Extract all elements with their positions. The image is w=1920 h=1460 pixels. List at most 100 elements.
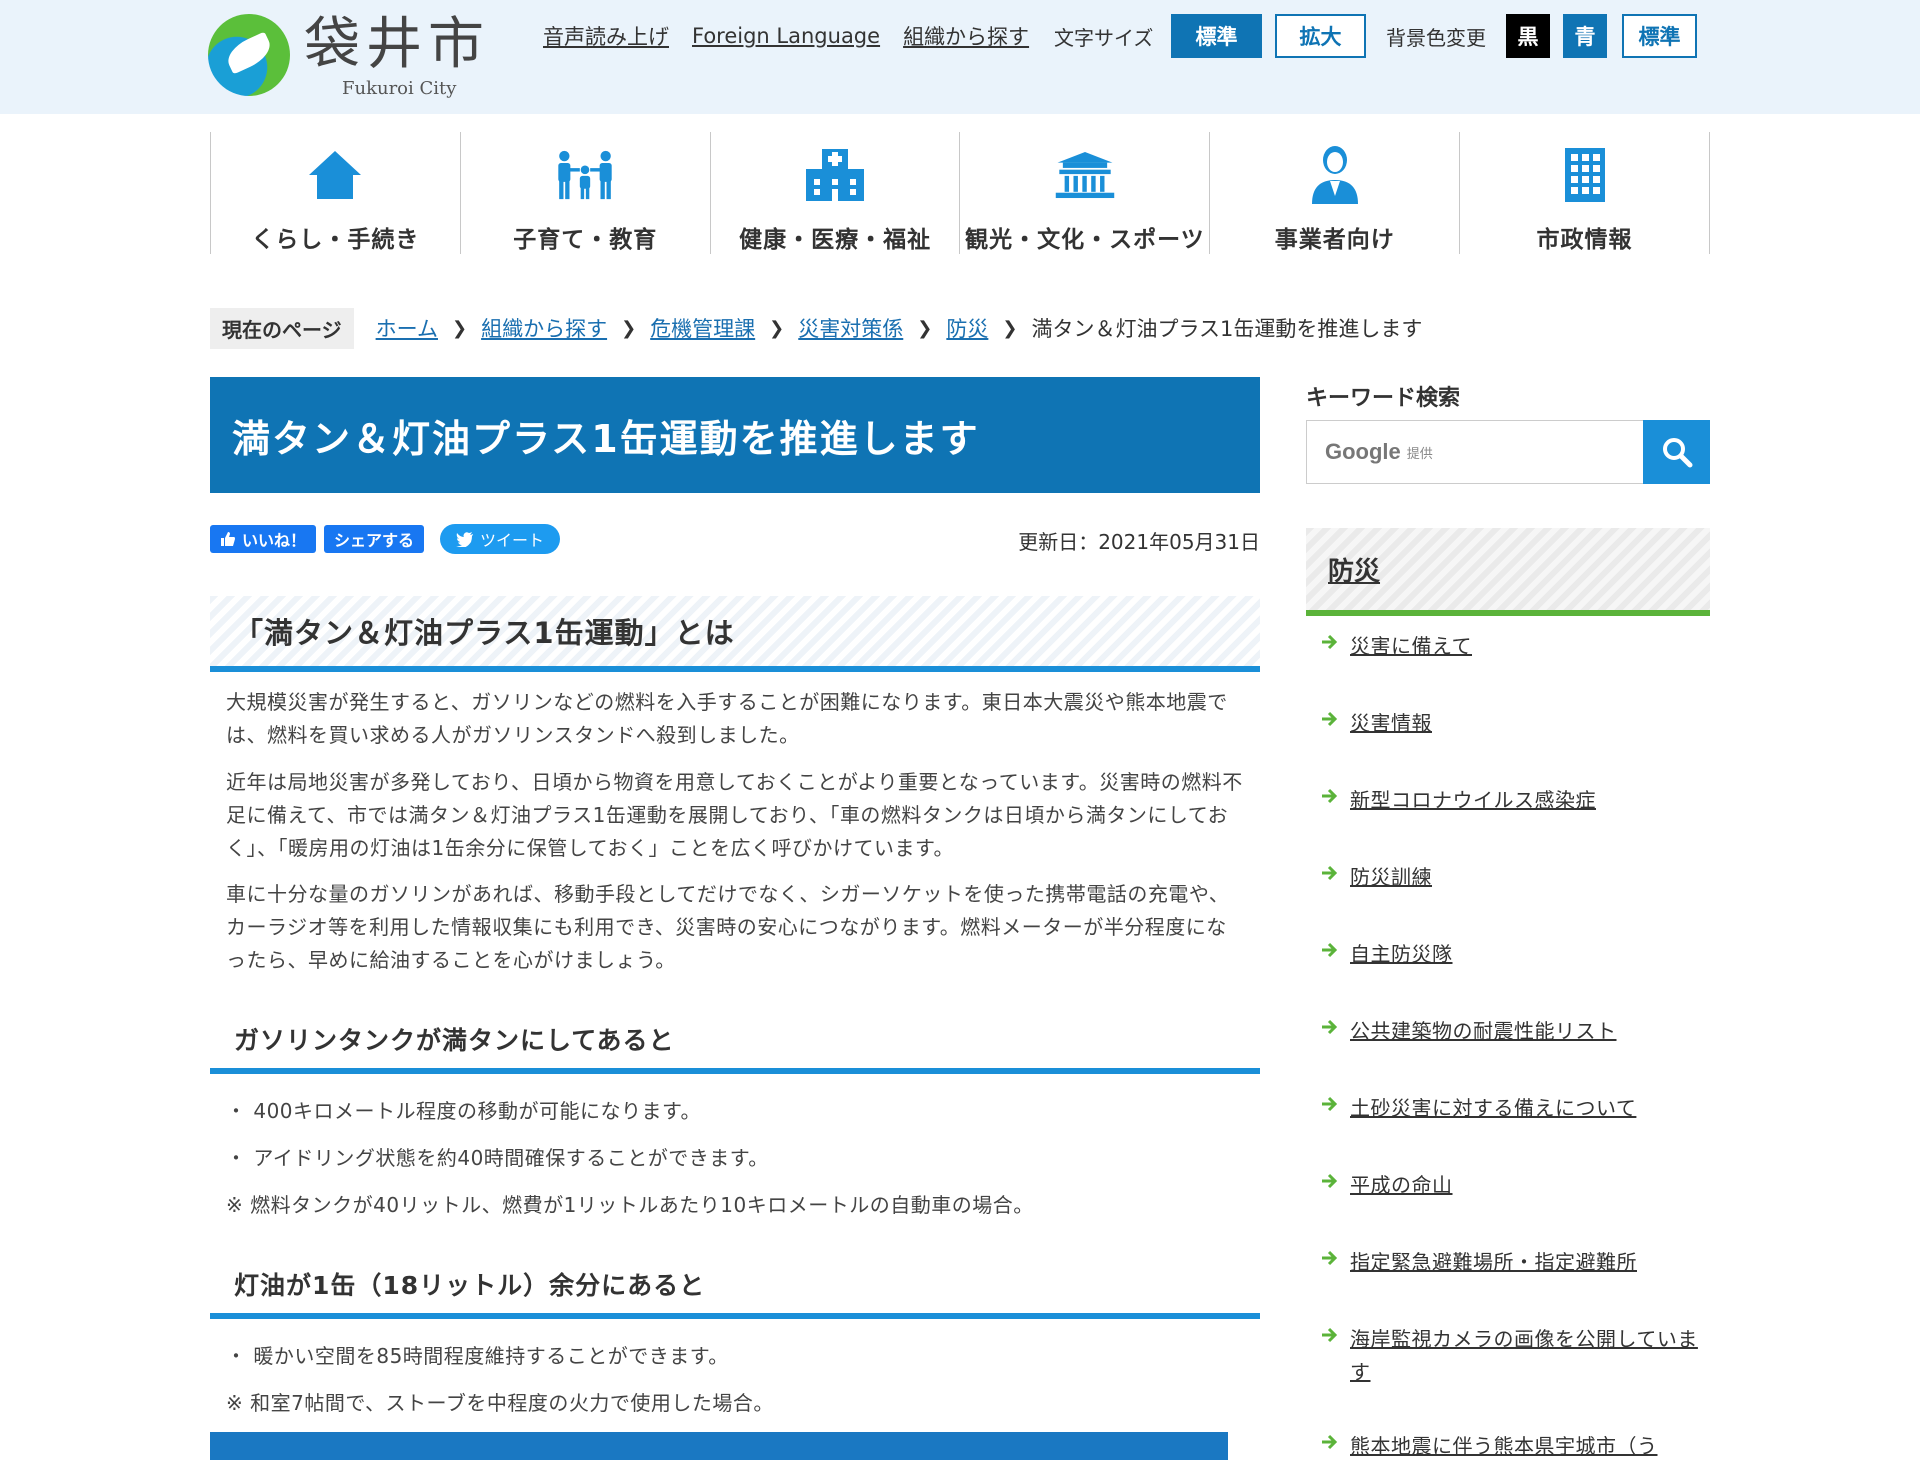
- arrow-right-icon: [1320, 1169, 1350, 1193]
- site-logo[interactable]: 袋井市 Fukuroi City: [208, 12, 498, 102]
- list-item: ・ アイドリング状態を約40時間確保することができます。: [226, 1146, 769, 1170]
- arrow-right-icon: [1320, 1323, 1350, 1347]
- breadcrumb-link-disaster-prevention[interactable]: 防災: [946, 313, 988, 343]
- keyword-search: Google 提供: [1306, 420, 1710, 484]
- chevron-right-icon: ❯: [451, 317, 468, 339]
- nav-item-business[interactable]: 事業者向け: [1210, 132, 1461, 254]
- paragraph: 車に十分な量のガソリンがあれば、移動手段としてだけでなく、シガーソケットを使った…: [226, 882, 1230, 972]
- breadcrumb-link-home[interactable]: ホーム: [376, 313, 438, 343]
- arrow-right-icon: [1320, 861, 1350, 885]
- list-item: ・ 400キロメートル程度の移動が可能になります。: [226, 1099, 702, 1123]
- sidebar-category-title[interactable]: 防災: [1328, 551, 1380, 588]
- updated-date: 更新日：2021年05月31日: [1018, 530, 1260, 554]
- nav-item-living[interactable]: くらし・手続き: [211, 132, 461, 254]
- paragraph: 大規模災害が発生すると、ガソリンなどの燃料を入手することが困難になります。東日本…: [226, 690, 1228, 747]
- search-button[interactable]: [1643, 420, 1710, 484]
- sidebar-link[interactable]: 防災訓練: [1350, 861, 1432, 894]
- sidebar-link[interactable]: 土砂災害に対する備えについて: [1350, 1092, 1636, 1125]
- bg-standard-button[interactable]: 標準: [1622, 14, 1697, 58]
- sidebar-category-header: 防災: [1306, 528, 1710, 616]
- family-icon: [554, 144, 616, 206]
- sidebar-link-item[interactable]: 災害に備えて: [1320, 630, 1708, 663]
- social-buttons: いいね！ シェアする ツイート: [210, 524, 561, 554]
- organization-search-link[interactable]: 組織から探す: [903, 21, 1029, 51]
- font-size-standard-button[interactable]: 標準: [1171, 14, 1262, 58]
- site-header: 袋井市 Fukuroi City 音声読み上げ Foreign Language…: [0, 0, 1920, 114]
- read-aloud-link[interactable]: 音声読み上げ: [543, 21, 669, 51]
- sidebar-link-item[interactable]: 災害情報: [1320, 707, 1708, 740]
- nav-item-health[interactable]: 健康・医療・福祉: [711, 132, 961, 254]
- like-label: いいね！: [242, 531, 307, 550]
- hospital-icon: [804, 144, 866, 206]
- bg-blue-button[interactable]: 青: [1563, 14, 1607, 58]
- breadcrumb-link-organization[interactable]: 組織から探す: [481, 313, 607, 343]
- google-brand: Google: [1325, 439, 1401, 464]
- sidebar-link-item[interactable]: 自主防災隊: [1320, 938, 1708, 971]
- sidebar-link[interactable]: 指定緊急避難場所・指定避難所: [1350, 1246, 1637, 1279]
- section-heading-text: ガソリンタンクが満タンにしてあると: [234, 1026, 675, 1055]
- nav-label: 健康・医療・福祉: [739, 227, 932, 253]
- logo-subtitle: Fukuroi City: [342, 78, 457, 99]
- breadcrumb-link-disaster-countermeasures[interactable]: 災害対策係: [798, 313, 903, 343]
- tweet-button[interactable]: ツイート: [440, 524, 561, 554]
- thumbs-up-icon: [221, 532, 235, 546]
- sidebar-link-item[interactable]: 土砂災害に対する備えについて: [1320, 1092, 1708, 1125]
- facebook-like-button[interactable]: いいね！: [210, 525, 317, 553]
- tweet-label: ツイート: [480, 531, 545, 550]
- page-title: 満タン＆灯油プラス1缶運動を推進します: [232, 416, 980, 461]
- chevron-right-icon: ❯: [621, 317, 637, 339]
- building-icon: [1554, 144, 1616, 206]
- sidebar-link[interactable]: 災害情報: [1350, 707, 1432, 740]
- sidebar-link[interactable]: 新型コロナウイルス感染症: [1350, 784, 1596, 817]
- font-size-large-button[interactable]: 拡大: [1275, 14, 1366, 58]
- arrow-right-icon: [1320, 784, 1350, 808]
- global-nav: くらし・手続き 子育て・教育 健康・医療・福祉 観光・文化・スポーツ 事業者向け…: [210, 132, 1710, 254]
- city-emblem-icon: [208, 14, 290, 96]
- foreign-language-link[interactable]: Foreign Language: [692, 24, 880, 48]
- facebook-share-button[interactable]: シェアする: [324, 525, 425, 553]
- temple-icon: [1054, 144, 1116, 206]
- breadcrumb-link-crisis-management[interactable]: 危機管理課: [650, 313, 755, 343]
- paragraph: 近年は局地災害が多発しており、日頃から物資を用意しておくことがより重要となってい…: [226, 770, 1243, 860]
- chevron-right-icon: ❯: [917, 317, 933, 339]
- sidebar-link-item[interactable]: 熊本地震に伴う熊本県宇城市（う: [1320, 1430, 1708, 1460]
- arrow-right-icon: [1320, 707, 1350, 731]
- sidebar-link-item[interactable]: 新型コロナウイルス感染症: [1320, 784, 1708, 817]
- search-icon: [1662, 438, 1692, 468]
- chevron-right-icon: ❯: [1002, 317, 1018, 339]
- nav-item-childcare[interactable]: 子育て・教育: [461, 132, 711, 254]
- breadcrumb-here-label: 現在のページ: [210, 307, 354, 349]
- sidebar-link[interactable]: 熊本地震に伴う熊本県宇城市（う: [1350, 1430, 1658, 1460]
- sidebar-link-item[interactable]: 海岸監視カメラの画像を公開しています: [1320, 1323, 1708, 1389]
- search-input[interactable]: Google 提供: [1306, 420, 1643, 484]
- sidebar-link-item[interactable]: 防災訓練: [1320, 861, 1708, 894]
- businessperson-icon: [1304, 144, 1366, 206]
- nav-item-tourism[interactable]: 観光・文化・スポーツ: [960, 132, 1211, 254]
- nav-item-city-admin[interactable]: 市政情報: [1460, 132, 1710, 254]
- google-brand-sub: 提供: [1406, 446, 1433, 462]
- sidebar-link-item[interactable]: 指定緊急避難場所・指定避難所: [1320, 1246, 1708, 1279]
- sidebar-link[interactable]: 平成の命山: [1350, 1169, 1453, 1202]
- bg-color-label: 背景色変更: [1386, 26, 1486, 50]
- bg-black-button[interactable]: 黒: [1506, 14, 1550, 58]
- list-item: ・ 暖かい空間を85時間程度維持することができます。: [226, 1344, 729, 1368]
- sidebar-link[interactable]: 自主防災隊: [1350, 938, 1453, 971]
- arrow-right-icon: [1320, 1092, 1350, 1116]
- section-heading-about: 「満タン＆灯油プラス1缶運動」とは: [210, 596, 1260, 672]
- sidebar-link[interactable]: 公共建築物の耐震性能リスト: [1350, 1015, 1617, 1048]
- nav-label: くらし・手続き: [251, 227, 420, 253]
- sidebar-link-item[interactable]: 平成の命山: [1320, 1169, 1708, 1202]
- nav-label: 市政情報: [1536, 227, 1633, 253]
- arrow-right-icon: [1320, 1015, 1350, 1039]
- arrow-right-icon: [1320, 630, 1350, 654]
- page-title-banner: 満タン＆灯油プラス1缶運動を推進します: [210, 377, 1260, 493]
- arrow-right-icon: [1320, 1430, 1350, 1454]
- nav-label: 事業者向け: [1274, 227, 1395, 253]
- arrow-right-icon: [1320, 938, 1350, 962]
- arrow-right-icon: [1320, 1246, 1350, 1270]
- sidebar-link[interactable]: 災害に備えて: [1350, 630, 1472, 663]
- sidebar-link[interactable]: 海岸監視カメラの画像を公開しています: [1350, 1323, 1708, 1389]
- utility-links: 音声読み上げ Foreign Language 組織から探す: [543, 20, 1052, 52]
- section-heading-gasoline: ガソリンタンクが満タンにしてあると: [210, 1010, 1260, 1074]
- sidebar-link-item[interactable]: 公共建築物の耐震性能リスト: [1320, 1015, 1708, 1048]
